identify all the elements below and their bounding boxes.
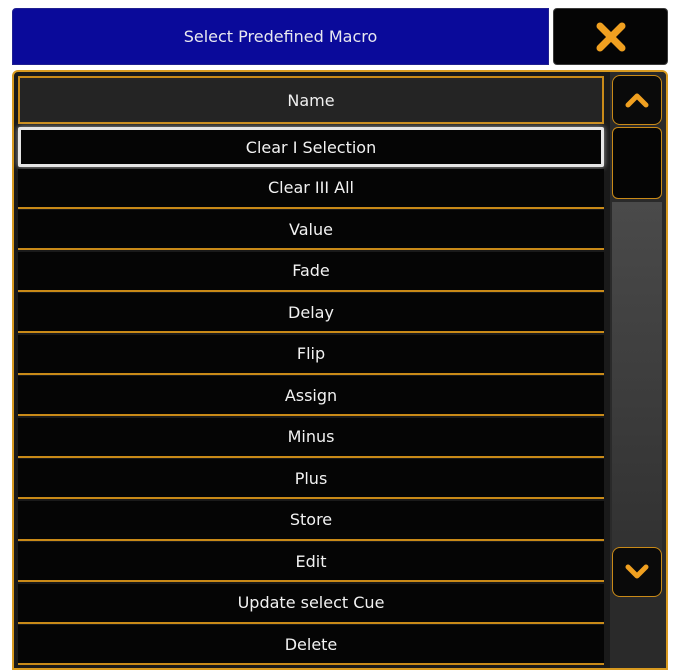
list-item[interactable]: Delay <box>18 293 604 333</box>
list-item-label: Update select Cue <box>237 593 385 612</box>
list-item-label: Clear I Selection <box>245 137 377 157</box>
close-x-icon <box>596 22 625 51</box>
list-item[interactable]: Update select Cue <box>18 583 604 624</box>
list-item-label: Assign <box>284 385 338 405</box>
column-header-label: Name <box>287 90 335 110</box>
scroll-thumb[interactable] <box>612 127 662 199</box>
list-item[interactable]: Flip <box>18 334 604 375</box>
chevron-down-icon <box>625 564 649 579</box>
list-item[interactable]: Plus <box>18 459 604 499</box>
list-item-label: Clear III All <box>267 178 354 197</box>
macro-list-panel: Name Clear I Selection Clear III All Val… <box>12 70 668 670</box>
list-item[interactable]: Minus <box>18 417 604 458</box>
list-item[interactable]: Delete <box>18 625 604 665</box>
list-item-label: Value <box>289 219 333 239</box>
list-item-label: Plus <box>294 468 328 488</box>
list-item-label: Flip <box>296 344 326 363</box>
list-item-label: Store <box>289 510 333 529</box>
close-button[interactable] <box>553 8 668 65</box>
macro-list: Name Clear I Selection Clear III All Val… <box>18 76 604 667</box>
list-item[interactable]: Clear I Selection <box>18 127 604 167</box>
list-item-label: Delete <box>284 634 338 654</box>
list-item[interactable]: Edit <box>18 542 604 582</box>
list-item[interactable]: Assign <box>18 376 604 416</box>
list-item[interactable]: Value <box>18 210 604 250</box>
chevron-up-icon <box>625 93 649 108</box>
dialog-title: Select Predefined Macro <box>12 8 549 65</box>
list-item-label: Edit <box>295 551 327 571</box>
list-item[interactable]: Fade <box>18 251 604 292</box>
scroll-up-button[interactable] <box>612 75 662 125</box>
vertical-scrollbar[interactable] <box>610 72 666 668</box>
list-item[interactable]: Store <box>18 500 604 541</box>
list-item-label: Delay <box>288 302 334 322</box>
list-item-label: Fade <box>292 261 330 280</box>
column-header-name[interactable]: Name <box>18 76 604 124</box>
list-item-label: Minus <box>287 427 335 446</box>
scroll-down-button[interactable] <box>612 547 662 597</box>
list-item[interactable]: Clear III All <box>18 168 604 209</box>
scroll-track[interactable] <box>612 202 662 582</box>
dialog-title-label: Select Predefined Macro <box>183 27 378 46</box>
